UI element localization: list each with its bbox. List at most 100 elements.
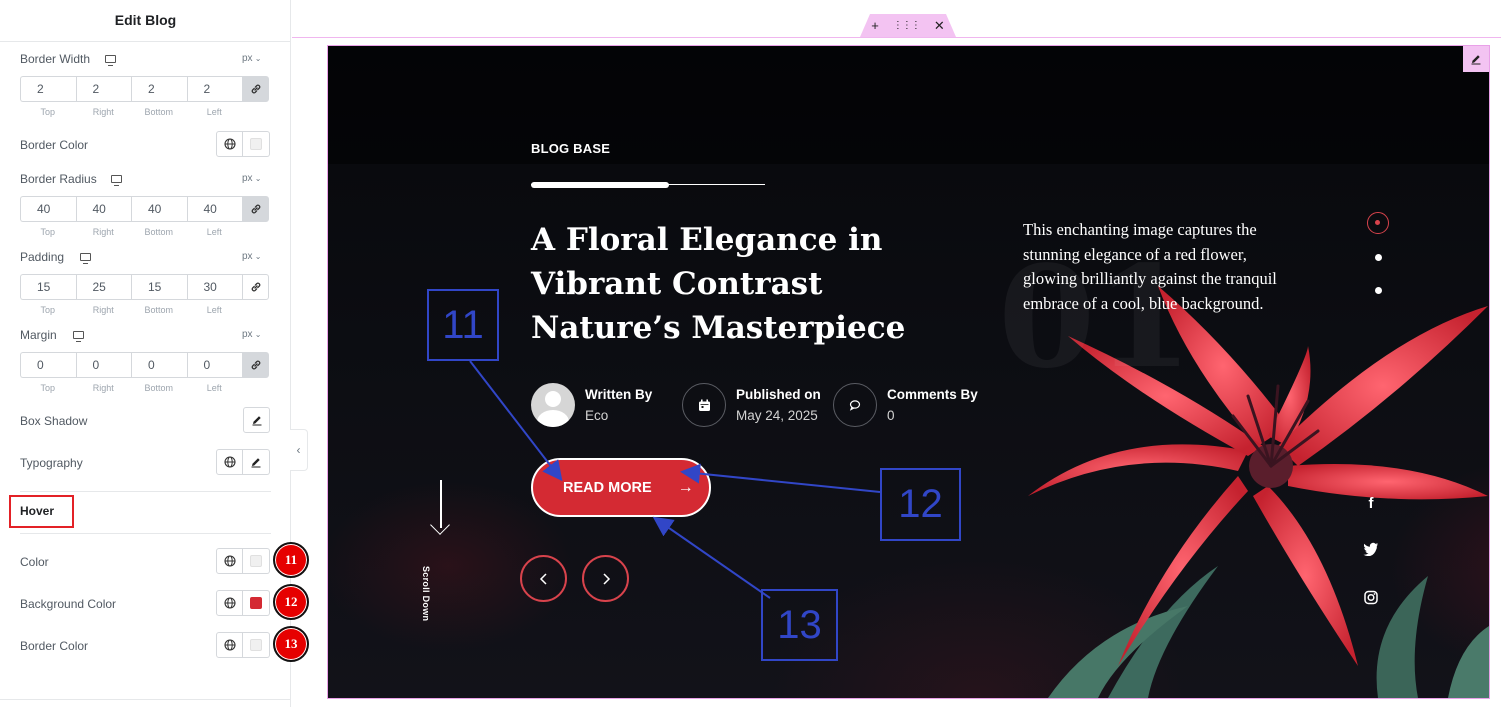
comment-icon (833, 383, 877, 427)
color-picker-button[interactable] (243, 548, 270, 574)
global-colors-button[interactable] (216, 131, 243, 157)
facebook-icon[interactable]: f (1363, 495, 1379, 512)
collapse-panel-button[interactable]: ‹ (290, 429, 308, 471)
border-width-bottom[interactable]: 2 (131, 76, 187, 102)
margin-bottom[interactable]: 0 (131, 352, 187, 378)
hover-color-label: Color (20, 555, 49, 569)
padding-right[interactable]: 25 (75, 274, 131, 300)
border-radius-bottom[interactable]: 40 (131, 196, 187, 222)
scroll-down-label[interactable]: Scroll Down (421, 566, 431, 621)
side-label: Right (92, 227, 114, 237)
pagination-dot[interactable] (1375, 287, 1382, 294)
padding-left[interactable]: 30 (186, 274, 242, 300)
border-radius-top[interactable]: 40 (20, 196, 76, 222)
blog-title[interactable]: A Floral Elegance in Vibrant Contrast Na… (531, 218, 971, 350)
blog-slider-widget[interactable]: 01 BLOG BASE A Floral Elegance in Vibran… (327, 45, 1490, 699)
link-values-button[interactable] (242, 274, 269, 300)
meta-author: Written By Eco (531, 382, 652, 428)
hero-top-band (328, 46, 1489, 164)
color-picker-button[interactable] (243, 632, 270, 658)
side-label: Bottom (144, 305, 173, 315)
global-colors-button[interactable] (216, 590, 243, 616)
drag-handle-icon[interactable]: ⋮⋮⋮ (893, 20, 921, 31)
instagram-icon[interactable] (1363, 590, 1379, 605)
calendar-icon (682, 383, 726, 427)
section-handle[interactable]: + ⋮⋮⋮ ✕ (860, 14, 956, 37)
border-width-right[interactable]: 2 (75, 76, 131, 102)
border-radius-left[interactable]: 40 (186, 196, 242, 222)
link-icon (251, 360, 260, 370)
desktop-icon[interactable] (111, 175, 122, 186)
color-swatch (250, 597, 262, 609)
hover-border-color-control (216, 632, 270, 658)
margin-right[interactable]: 0 (75, 352, 131, 378)
typography-label: Typography (20, 456, 83, 470)
global-colors-button[interactable] (216, 632, 243, 658)
side-label: Bottom (144, 227, 173, 237)
arrow-right-icon: → (677, 478, 694, 496)
side-label: Top (40, 383, 55, 393)
read-more-label: READ MORE (563, 479, 652, 496)
globe-icon (223, 555, 236, 567)
border-width-left[interactable]: 2 (186, 76, 242, 102)
global-colors-button[interactable] (216, 548, 243, 574)
prev-slide-button[interactable] (520, 555, 567, 602)
border-width-unit[interactable]: px (242, 53, 262, 64)
padding-unit[interactable]: px (242, 251, 262, 262)
read-more-button[interactable]: READ MORE → (531, 458, 711, 517)
blog-category: BLOG BASE (531, 141, 611, 156)
published-label: Published on (736, 387, 821, 402)
globe-icon (223, 597, 236, 609)
padding-top[interactable]: 15 (20, 274, 76, 300)
add-section-icon[interactable]: + (871, 18, 879, 33)
edit-widget-button[interactable] (1463, 46, 1489, 72)
annotation-box-12: 12 (880, 468, 961, 541)
annotation-box-11: 11 (427, 289, 499, 361)
color-picker-button[interactable] (243, 131, 270, 157)
margin-left[interactable]: 0 (186, 352, 242, 378)
margin-unit[interactable]: px (242, 329, 262, 340)
padding-bottom[interactable]: 15 (131, 274, 187, 300)
link-values-button[interactable] (242, 352, 269, 378)
chevron-left-icon: ‹ (296, 443, 301, 457)
next-slide-button[interactable] (582, 555, 629, 602)
desktop-icon[interactable] (80, 253, 91, 264)
side-label: Left (206, 107, 222, 117)
hover-background-color-control (216, 590, 270, 616)
border-radius-unit[interactable]: px (242, 173, 262, 184)
side-label: Bottom (144, 383, 173, 393)
margin-top[interactable]: 0 (20, 352, 76, 378)
author-name[interactable]: Eco (585, 408, 652, 423)
twitter-icon[interactable] (1363, 542, 1379, 556)
global-fonts-button[interactable] (216, 449, 243, 475)
box-shadow-control (243, 407, 270, 433)
side-label: Bottom (144, 107, 173, 117)
editor-panel: Edit Blog Border Width px 2 2 2 2 Top Rig… (0, 0, 309, 707)
link-values-button[interactable] (242, 76, 269, 102)
hover-color-control (216, 548, 270, 574)
link-values-button[interactable] (242, 196, 269, 222)
border-radius-right[interactable]: 40 (75, 196, 131, 222)
color-picker-button[interactable] (243, 590, 270, 616)
pagination-dot[interactable] (1375, 254, 1382, 261)
desktop-icon[interactable] (105, 55, 116, 66)
divider (20, 491, 271, 492)
close-icon[interactable]: ✕ (934, 18, 945, 34)
typography-edit-button[interactable] (243, 449, 270, 475)
globe-icon (223, 456, 236, 468)
border-width-top[interactable]: 2 (20, 76, 76, 102)
comments-count[interactable]: 0 (887, 408, 978, 423)
blog-excerpt: This enchanting image captures the stunn… (1023, 220, 1277, 313)
box-shadow-label: Box Shadow (20, 414, 88, 428)
desktop-icon[interactable] (73, 331, 84, 342)
box-shadow-edit-button[interactable] (243, 407, 270, 433)
meta-published: Published on May 24, 2025 (682, 382, 821, 428)
meta-comments: Comments By 0 (833, 382, 978, 428)
tab-hover[interactable]: Hover (9, 495, 74, 528)
published-date: May 24, 2025 (736, 408, 818, 423)
pagination-dot-active[interactable] (1367, 212, 1389, 234)
comments-label: Comments By (887, 387, 978, 402)
side-labels: Top Right Bottom Left (20, 107, 242, 117)
globe-icon (223, 138, 236, 150)
side-label: Left (206, 227, 222, 237)
